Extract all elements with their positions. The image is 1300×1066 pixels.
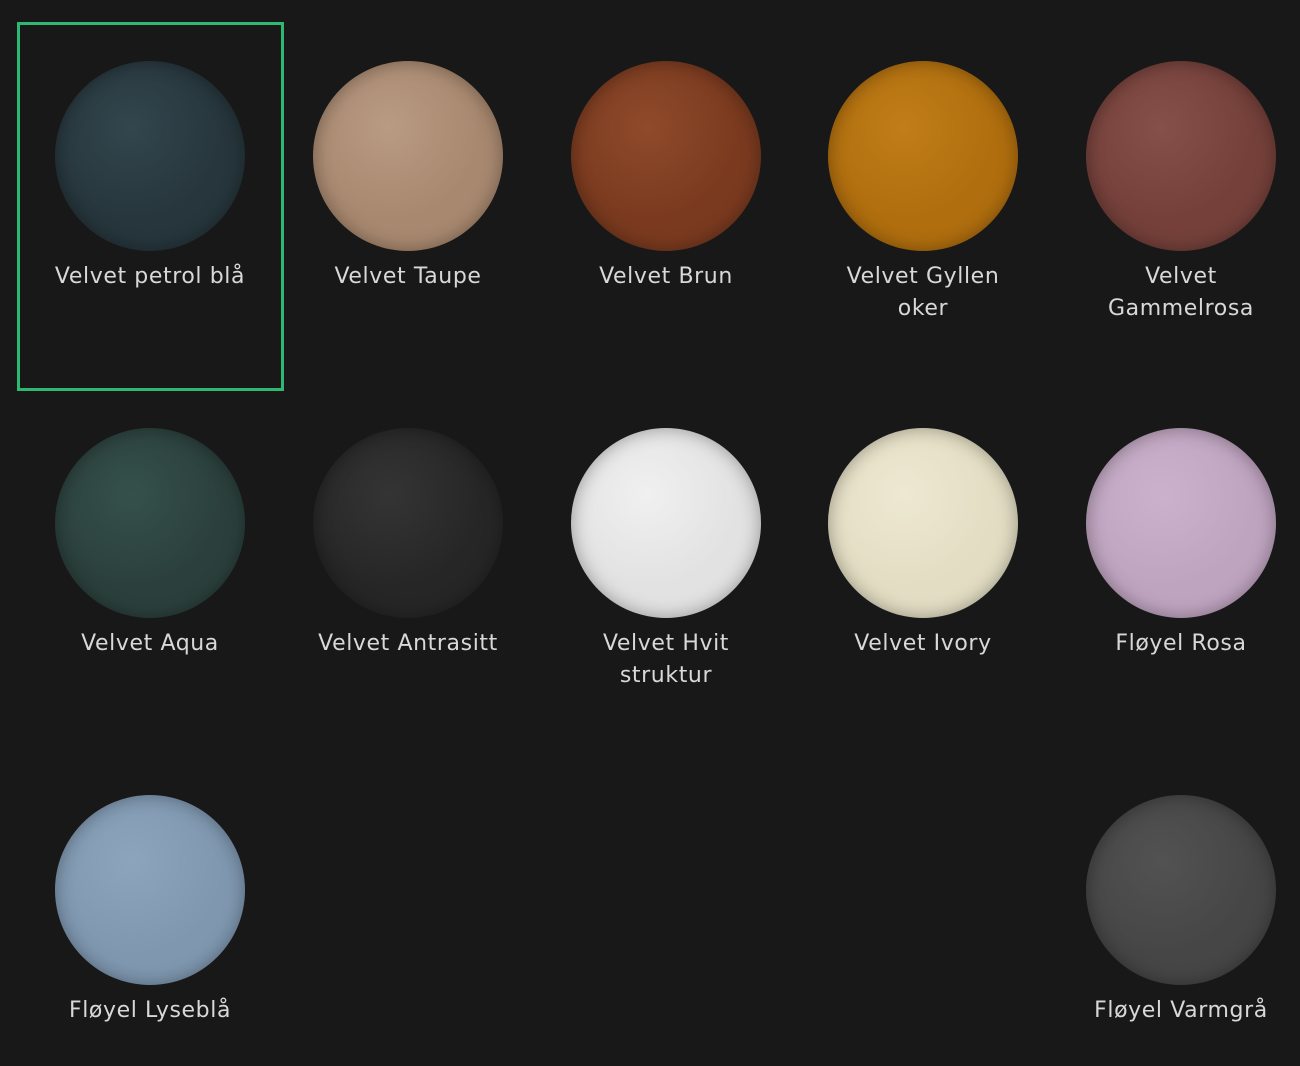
fabric-swatch-image (1086, 795, 1276, 985)
swatch-velvet-gyllen-oker[interactable]: Velvet Gyllen oker (793, 23, 1053, 383)
swatch-velvet-hvit-struktur[interactable]: Velvet Hvit struktur (536, 390, 796, 750)
swatch-floyel-rosa[interactable]: Fløyel Rosa (1051, 390, 1300, 750)
swatch-label: Velvet Ivory (854, 631, 992, 656)
fabric-swatch-image (55, 795, 245, 985)
fabric-swatch-image (55, 428, 245, 618)
swatch-velvet-antrasitt[interactable]: Velvet Antrasitt (278, 390, 538, 750)
fabric-swatch-image (55, 61, 245, 251)
swatch-velvet-petrol-bla[interactable]: Velvet petrol blå (20, 23, 280, 383)
swatch-label: Velvet Gammelrosa (1107, 264, 1254, 321)
fabric-swatch-image (1086, 61, 1276, 251)
swatch-label: Fløyel Varmgrå (1094, 998, 1268, 1023)
swatch-velvet-taupe[interactable]: Velvet Taupe (278, 23, 538, 383)
swatch-label: Velvet Gyllen oker (846, 264, 1000, 321)
fabric-swatch-image (571, 61, 761, 251)
swatch-label: Velvet Brun (599, 264, 733, 289)
swatch-label: Velvet Aqua (81, 631, 219, 656)
fabric-swatch-image (313, 61, 503, 251)
swatch-velvet-aqua[interactable]: Velvet Aqua (20, 390, 280, 750)
swatch-velvet-brun[interactable]: Velvet Brun (536, 23, 796, 383)
swatch-floyel-lysebla[interactable]: Fløyel Lyseblå (20, 757, 280, 1057)
swatch-label: Fløyel Rosa (1115, 631, 1247, 656)
fabric-swatch-image (1086, 428, 1276, 618)
swatch-velvet-gammelrosa[interactable]: Velvet Gammelrosa (1051, 23, 1300, 383)
fabric-swatch-image (571, 428, 761, 618)
fabric-swatch-image (313, 428, 503, 618)
fabric-swatch-image (828, 428, 1018, 618)
swatch-label: Fløyel Lyseblå (68, 998, 232, 1023)
swatch-label: Velvet Hvit struktur (602, 631, 730, 688)
fabric-swatch-image (828, 61, 1018, 251)
swatch-floyel-varmgra[interactable]: Fløyel Varmgrå (1051, 757, 1300, 1057)
swatch-label: Velvet petrol blå (54, 264, 246, 289)
swatch-velvet-ivory[interactable]: Velvet Ivory (793, 390, 1053, 750)
swatch-label: Velvet Taupe (334, 264, 482, 289)
swatch-label: Velvet Antrasitt (318, 631, 498, 656)
